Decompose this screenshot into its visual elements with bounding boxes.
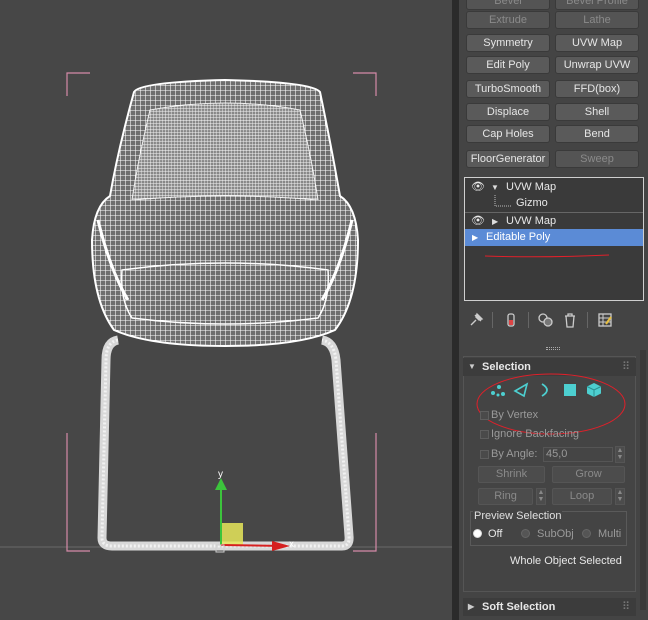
toolbar-separator [528,312,529,328]
by-vertex-checkbox[interactable] [480,411,489,420]
modifier-stack-list[interactable]: 👁 ▼ UVW Map Gizmo 👁 ▶ UVW Map ▶ Editable… [464,177,644,301]
modifier-button-displace[interactable]: Displace [466,103,550,121]
perspective-viewport[interactable]: y x [0,0,452,620]
preview-subobj-label: SubObj [537,528,574,540]
pin-stack-icon[interactable] [467,311,485,329]
stack-item-label: UVW Map [506,215,557,227]
by-angle-checkbox[interactable] [480,450,489,459]
stack-item-uvw-map-2[interactable]: 👁 ▶ UVW Map [465,213,643,230]
chair-base-wireframe [97,335,354,551]
make-unique-icon[interactable] [537,311,555,329]
gizmo-plane-xy [221,523,243,545]
eye-icon[interactable]: 👁 [471,179,485,196]
red-underline-annotation [484,254,610,258]
by-angle-label: By Angle: [491,448,538,460]
modifier-button-lathe[interactable]: Lathe [555,11,639,29]
expand-triangle-icon: ▶ [468,602,475,611]
stack-item-editable-poly[interactable]: ▶ Editable Poly [465,229,643,246]
eye-icon[interactable]: 👁 [471,213,485,230]
modifier-button-uvw-map[interactable]: UVW Map [555,34,639,52]
modifier-button-turbosmooth[interactable]: TurboSmooth [466,80,550,98]
expand-triangle-right-icon[interactable]: ▶ [472,229,478,246]
modifier-button-bevel[interactable]: Bevel [466,0,550,10]
angle-spinner[interactable]: ▲ ▼ [615,446,625,463]
modifier-button-unwrap-uvw[interactable]: Unwrap UVW [555,56,639,74]
stack-item-uvw-map-1[interactable]: 👁 ▼ UVW Map [465,179,643,196]
stack-item-label: Editable Poly [486,231,551,243]
show-end-result-icon[interactable] [502,311,520,329]
modifier-button-symmetry[interactable]: Symmetry [466,34,550,52]
modifier-button-edit-poly[interactable]: Edit Poly [466,56,550,74]
preview-multi-label: Multi [598,528,622,540]
ring-spinner[interactable]: ▲ ▼ [536,488,546,505]
stack-item-label: UVW Map [506,181,557,193]
expand-triangle-down-icon[interactable]: ▼ [491,179,499,196]
viewport-canvas: y x [0,72,452,553]
configure-sets-icon[interactable] [596,311,614,329]
drag-grip-icon[interactable]: ⠿ [622,598,630,616]
preview-subobj-radio[interactable] [521,529,530,538]
modifier-button-ffd-box[interactable]: FFD(box) [555,80,639,98]
modifier-button-extrude[interactable]: Extrude [466,11,550,29]
rollout-title: Soft Selection [482,601,556,613]
stack-item-label: Gizmo [516,197,548,209]
transform-gizmo: y x [215,469,294,553]
panel-resize-grip-icon[interactable] [546,347,560,350]
stack-item-gizmo[interactable]: Gizmo [465,195,643,212]
ignore-backfacing-label: Ignore Backfacing [491,428,580,440]
modifier-button-floorgenerator[interactable]: FloorGenerator [466,150,550,168]
viewport-panel-divider[interactable] [452,0,459,620]
modifier-button-bevel-profile[interactable]: Bevel Profile [555,0,639,10]
soft-selection-rollout-header[interactable]: ▶ Soft Selection ⠿ [463,598,636,616]
preview-multi-radio[interactable] [582,529,591,538]
panel-scrollbar[interactable] [640,350,646,610]
loop-spinner[interactable]: ▲ ▼ [615,488,625,505]
angle-field[interactable]: 45,0 [543,447,613,462]
preview-off-radio[interactable] [473,529,482,538]
expand-triangle-right-icon[interactable]: ▶ [492,213,498,230]
toolbar-separator [492,312,493,328]
grow-button[interactable]: Grow [552,466,625,483]
modifier-button-shell[interactable]: Shell [555,103,639,121]
toolbar-separator [587,312,588,328]
by-vertex-label: By Vertex [491,409,539,421]
tree-connector-icon [494,195,511,207]
loop-button[interactable]: Loop [552,488,612,505]
modifier-button-sweep[interactable]: Sweep [555,150,639,168]
preview-selection-label: Preview Selection [473,510,563,522]
shrink-button[interactable]: Shrink [478,466,545,483]
ring-button[interactable]: Ring [478,488,533,505]
ignore-backfacing-checkbox[interactable] [480,430,489,439]
chair-shell-wireframe [90,78,360,348]
remove-modifier-icon[interactable] [561,311,579,329]
preview-off-label: Off [488,528,503,540]
axis-x-label: x [289,539,294,550]
modifier-button-bend[interactable]: Bend [555,125,639,143]
axis-y-label: y [218,469,223,480]
selection-status-text: Whole Object Selected [510,555,622,567]
modifier-button-cap-holes[interactable]: Cap Holes [466,125,550,143]
